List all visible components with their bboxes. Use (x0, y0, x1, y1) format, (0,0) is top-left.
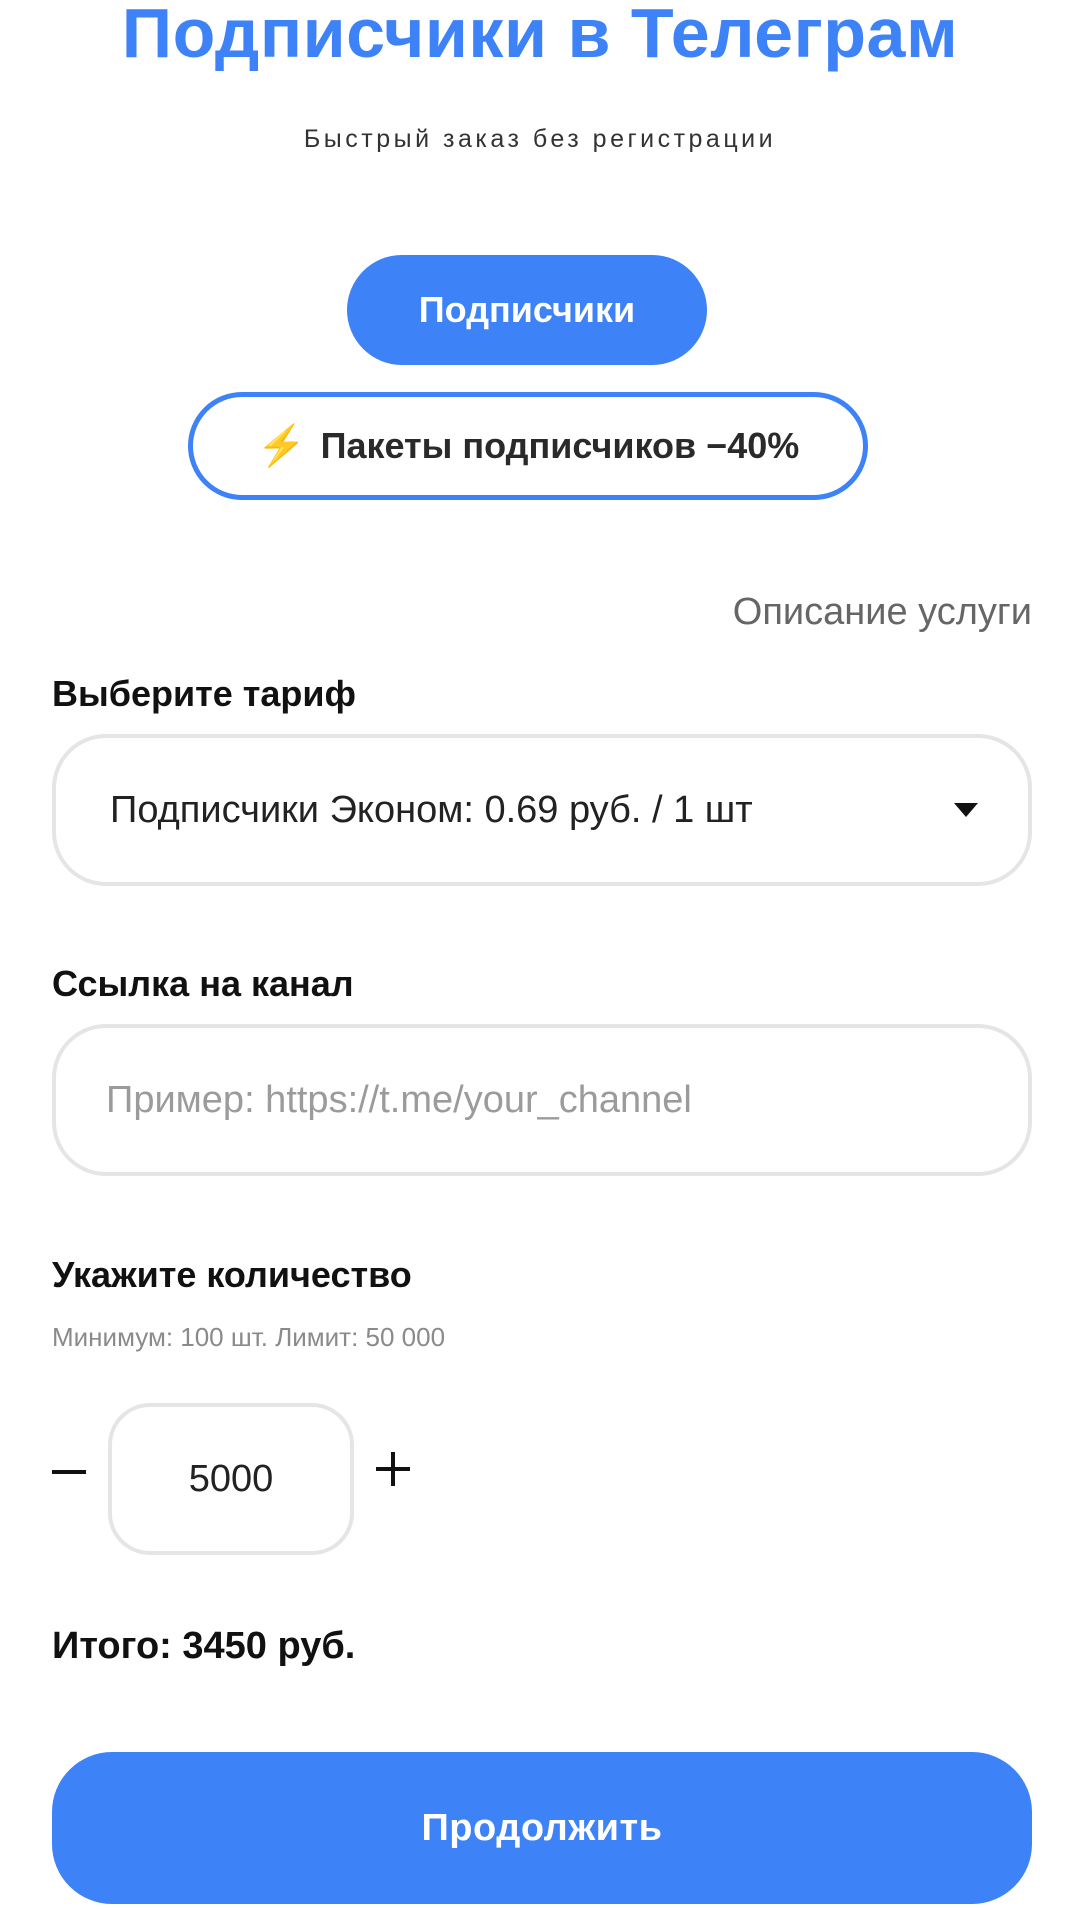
page-subtitle: Быстрый заказ без регистрации (303, 125, 777, 153)
lightning-icon: ⚡ (256, 424, 307, 468)
tab-subscribers[interactable]: Подписчики (347, 255, 707, 365)
service-description-link[interactable]: Описание услуги (733, 588, 1032, 636)
channel-link-field (52, 1024, 1032, 1176)
continue-button[interactable]: Продолжить (52, 1752, 1032, 1904)
channel-link-label: Ссылка на канал (52, 963, 354, 1004)
tab-subscriber-packages[interactable]: ⚡ Пакеты подписчиков −40% (188, 392, 868, 500)
quantity-hint: Минимум: 100 шт. Лимит: 50 000 (52, 1322, 446, 1352)
plus-icon[interactable] (376, 1452, 410, 1486)
channel-link-input[interactable] (104, 1077, 980, 1123)
tab-subscriber-packages-label: Пакеты подписчиков −40% (320, 425, 800, 466)
tariff-label: Выберите тариф (52, 673, 357, 714)
tariff-select[interactable]: Подписчики Эконом: 0.69 руб. / 1 шт (52, 734, 1032, 886)
chevron-down-icon (954, 803, 978, 817)
minus-icon[interactable] (52, 1470, 86, 1474)
quantity-label: Укажите количество (52, 1254, 412, 1295)
page-title: Подписчики в Телеграм (121, 0, 959, 72)
total-price: Итого: 3450 руб. (52, 1625, 356, 1667)
tariff-selected-value: Подписчики Эконом: 0.69 руб. / 1 шт (110, 788, 753, 831)
quantity-stepper (108, 1403, 354, 1555)
quantity-input[interactable] (112, 1456, 350, 1502)
order-page: Подписчики в Телеграм Быстрый заказ без … (0, 0, 1080, 1910)
